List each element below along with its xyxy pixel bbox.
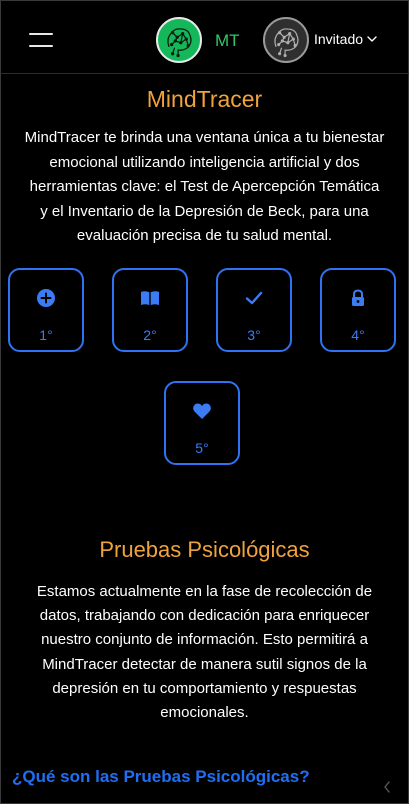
step-card-3[interactable]: 3° — [216, 268, 292, 352]
step-card-4[interactable]: 4° — [320, 268, 396, 352]
step-card-1[interactable]: 1° — [8, 268, 84, 352]
book-open-icon — [141, 291, 159, 305]
tests-question-link[interactable]: ¿Qué son las Pruebas Psicológicas? — [12, 767, 310, 787]
hero-description: MindTracer te brinda una ventana única a… — [24, 129, 385, 244]
brain-logo-icon[interactable] — [156, 17, 202, 63]
hamburger-icon[interactable] — [29, 33, 53, 47]
tests-section-title: Pruebas Psicológicas — [99, 537, 310, 562]
check-icon — [245, 291, 263, 305]
step-card-2[interactable]: 2° — [112, 268, 188, 352]
step-card-5[interactable]: 5° — [164, 381, 240, 465]
brand-abbreviation[interactable]: MT — [215, 31, 240, 51]
plus-circle-icon — [37, 289, 55, 307]
user-avatar[interactable] — [263, 17, 309, 63]
step-label: 4° — [351, 327, 365, 343]
brain-circuit-graphic — [167, 28, 192, 58]
heart-icon — [193, 403, 211, 419]
top-navbar: MT Invitado — [0, 0, 409, 74]
step-label: 1° — [39, 327, 53, 343]
step-label: 2° — [143, 327, 157, 343]
chevron-left-icon[interactable] — [382, 780, 392, 794]
chevron-down-icon — [367, 36, 377, 42]
lock-icon — [352, 289, 364, 306]
tests-description: Estamos actualmente en la fase de recole… — [36, 583, 373, 722]
brain-circuit-avatar-graphic — [274, 28, 299, 58]
step-label: 5° — [195, 440, 209, 456]
user-name: Invitado — [314, 31, 364, 47]
user-menu-toggle[interactable]: Invitado — [314, 31, 377, 47]
step-label: 3° — [247, 327, 261, 343]
hero-title: MindTracer — [146, 86, 263, 112]
